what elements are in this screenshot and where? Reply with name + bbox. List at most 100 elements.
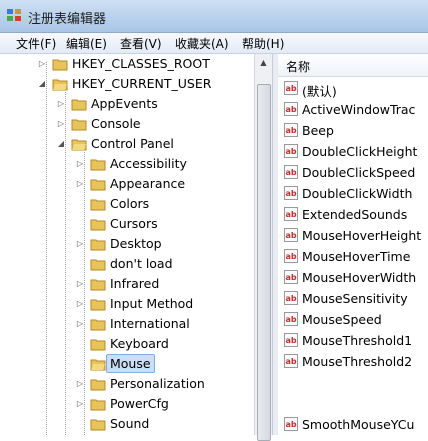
value-row[interactable]: ab MouseHoverWidth bbox=[278, 267, 428, 288]
expand-arrow-icon[interactable]: ▷ bbox=[75, 159, 85, 169]
tree-node-label: don't load bbox=[110, 256, 173, 271]
folder-icon bbox=[71, 99, 87, 111]
value-row[interactable]: ab MouseSensitivity bbox=[278, 288, 428, 309]
tree-node-personalization[interactable]: ▷ Personalization bbox=[0, 374, 254, 394]
value-row[interactable]: ab Beep bbox=[278, 120, 428, 141]
tree-node-appevents[interactable]: ▷ AppEvents bbox=[0, 94, 254, 114]
value-name: (默认) bbox=[302, 84, 337, 99]
collapse-arrow-icon[interactable]: ◢ bbox=[56, 139, 66, 149]
tree-node-label: AppEvents bbox=[91, 96, 158, 111]
tree-node-hkey-classes-root[interactable]: ▷ HKEY_CLASSES_ROOT bbox=[0, 54, 254, 74]
folder-icon bbox=[90, 199, 106, 211]
value-list-pane[interactable]: 名称 ab (默认) ab ActiveWindowTrac ab Beep ab Do… bbox=[278, 54, 428, 435]
value-name: MouseHoverTime bbox=[302, 249, 411, 264]
collapse-arrow-icon[interactable]: ◢ bbox=[37, 79, 47, 89]
value-name: DoubleClickSpeed bbox=[302, 165, 416, 180]
tree-node-label: Keyboard bbox=[110, 336, 169, 351]
column-header-name[interactable]: 名称 bbox=[278, 54, 428, 77]
tree-node-label: HKEY_CURRENT_USER bbox=[72, 76, 212, 91]
value-row[interactable]: ab DoubleClickHeight bbox=[278, 141, 428, 162]
tree-node-label: HKEY_CLASSES_ROOT bbox=[72, 56, 210, 71]
tree-node-label: Console bbox=[91, 116, 141, 131]
expand-arrow-icon[interactable]: ▷ bbox=[75, 399, 85, 409]
value-name: MouseSensitivity bbox=[302, 291, 408, 306]
folder-icon bbox=[52, 59, 68, 71]
value-row[interactable]: ab ActiveWindowTrac bbox=[278, 99, 428, 120]
folder-icon bbox=[90, 419, 106, 431]
value-row[interactable]: ab ExtendedSounds bbox=[278, 204, 428, 225]
folder-icon bbox=[90, 299, 106, 311]
column-header-label: 名称 bbox=[286, 60, 311, 74]
expand-arrow-icon[interactable]: ▷ bbox=[75, 279, 85, 289]
value-row[interactable]: ab MouseThreshold1 bbox=[278, 330, 428, 351]
tree-node-powercfg[interactable]: ▷ PowerCfg bbox=[0, 394, 254, 414]
tree-node-label: Desktop bbox=[110, 236, 162, 251]
expand-arrow-icon[interactable]: ▷ bbox=[75, 179, 85, 189]
menu-file[interactable]: 文件(F) bbox=[16, 35, 56, 52]
tree-node-control-panel[interactable]: ◢ Control Panel bbox=[0, 134, 254, 154]
tree-node-infrared[interactable]: ▷ Infrared bbox=[0, 274, 254, 294]
expand-arrow-icon[interactable]: ▷ bbox=[56, 99, 66, 109]
value-row[interactable]: ab DoubleClickSpeed bbox=[278, 162, 428, 183]
menu-bar: 文件(F) 编辑(E) 查看(V) 收藏夹(A) 帮助(H) bbox=[0, 33, 428, 54]
tree-node-desktop[interactable]: ▷ Desktop bbox=[0, 234, 254, 254]
value-name: MouseHoverHeight bbox=[302, 228, 422, 243]
tree-node-label: Appearance bbox=[110, 176, 186, 191]
tree-node-hkey-current-user[interactable]: ◢ HKEY_CURRENT_USER bbox=[0, 74, 254, 94]
menu-favorites[interactable]: 收藏夹(A) bbox=[175, 35, 229, 52]
expand-arrow-icon[interactable]: ▷ bbox=[56, 119, 66, 129]
value-row[interactable]: ab MouseSpeed bbox=[278, 309, 428, 330]
value-row[interactable]: ab (默认) bbox=[278, 78, 428, 99]
value-name: ActiveWindowTrac bbox=[302, 102, 416, 117]
string-value-icon: ab bbox=[284, 186, 298, 200]
folder-icon bbox=[90, 239, 106, 251]
menu-view[interactable]: 查看(V) bbox=[120, 35, 162, 52]
title-bar: 注册表编辑器 bbox=[0, 0, 428, 33]
tree-node-label: Cursors bbox=[110, 216, 158, 231]
tree-node-colors[interactable]: Colors bbox=[0, 194, 254, 214]
expand-arrow-icon[interactable]: ▷ bbox=[75, 379, 85, 389]
scroll-up-arrow-icon[interactable]: ▲ bbox=[255, 54, 272, 71]
folder-icon bbox=[71, 119, 87, 131]
tree-node-label-selected: Mouse bbox=[106, 354, 155, 373]
menu-help[interactable]: 帮助(H) bbox=[242, 35, 284, 52]
string-value-icon: ab bbox=[284, 249, 298, 263]
string-value-icon: ab bbox=[284, 270, 298, 284]
value-name: DoubleClickWidth bbox=[302, 186, 413, 201]
value-row[interactable]: ab DoubleClickWidth bbox=[278, 183, 428, 204]
value-name: SmoothMouseYCu bbox=[302, 417, 415, 432]
value-row[interactable]: ab SmoothMouseYCu bbox=[278, 414, 428, 435]
tree-scrollbar[interactable]: ▲ bbox=[254, 54, 272, 441]
value-row[interactable]: ab MouseHoverHeight bbox=[278, 225, 428, 246]
tree-node-appearance[interactable]: ▷ Appearance bbox=[0, 174, 254, 194]
value-name: DoubleClickHeight bbox=[302, 144, 418, 159]
value-name: ExtendedSounds bbox=[302, 207, 408, 222]
tree-node-accessibility[interactable]: ▷ Accessibility bbox=[0, 154, 254, 174]
key-tree-pane[interactable]: ▷ HKEY_CLASSES_ROOT ◢ HKEY_CURRENT_USER … bbox=[0, 54, 254, 435]
tree-node-international[interactable]: ▷ International bbox=[0, 314, 254, 334]
expand-arrow-icon[interactable]: ▷ bbox=[37, 59, 47, 69]
tree-node-input-method[interactable]: ▷ Input Method bbox=[0, 294, 254, 314]
value-row[interactable]: ab MouseHoverTime bbox=[278, 246, 428, 267]
tree-node-keyboard[interactable]: Keyboard bbox=[0, 334, 254, 354]
menu-edit[interactable]: 编辑(E) bbox=[66, 35, 107, 52]
string-value-icon: ab bbox=[284, 144, 298, 158]
tree-node-cursors[interactable]: Cursors bbox=[0, 214, 254, 234]
value-row[interactable]: ab MouseThreshold2 bbox=[278, 351, 428, 372]
expand-arrow-icon[interactable]: ▷ bbox=[75, 319, 85, 329]
tree-node-console[interactable]: ▷ Console bbox=[0, 114, 254, 134]
open-folder-icon bbox=[71, 139, 87, 151]
value-name: Beep bbox=[302, 123, 334, 138]
value-name: MouseSpeed bbox=[302, 312, 382, 327]
value-name: MouseThreshold1 bbox=[302, 333, 413, 348]
window-title: 注册表编辑器 bbox=[28, 12, 107, 27]
folder-icon bbox=[90, 279, 106, 291]
tree-node-mouse[interactable]: Mouse bbox=[0, 354, 254, 374]
scrollbar-thumb[interactable] bbox=[257, 84, 271, 441]
tree-node-dont-load[interactable]: don't load bbox=[0, 254, 254, 274]
tree-node-sound[interactable]: Sound bbox=[0, 414, 254, 434]
expand-arrow-icon[interactable]: ▷ bbox=[75, 299, 85, 309]
string-value-icon: ab bbox=[284, 312, 298, 326]
string-value-icon: ab bbox=[284, 207, 298, 221]
expand-arrow-icon[interactable]: ▷ bbox=[75, 239, 85, 249]
